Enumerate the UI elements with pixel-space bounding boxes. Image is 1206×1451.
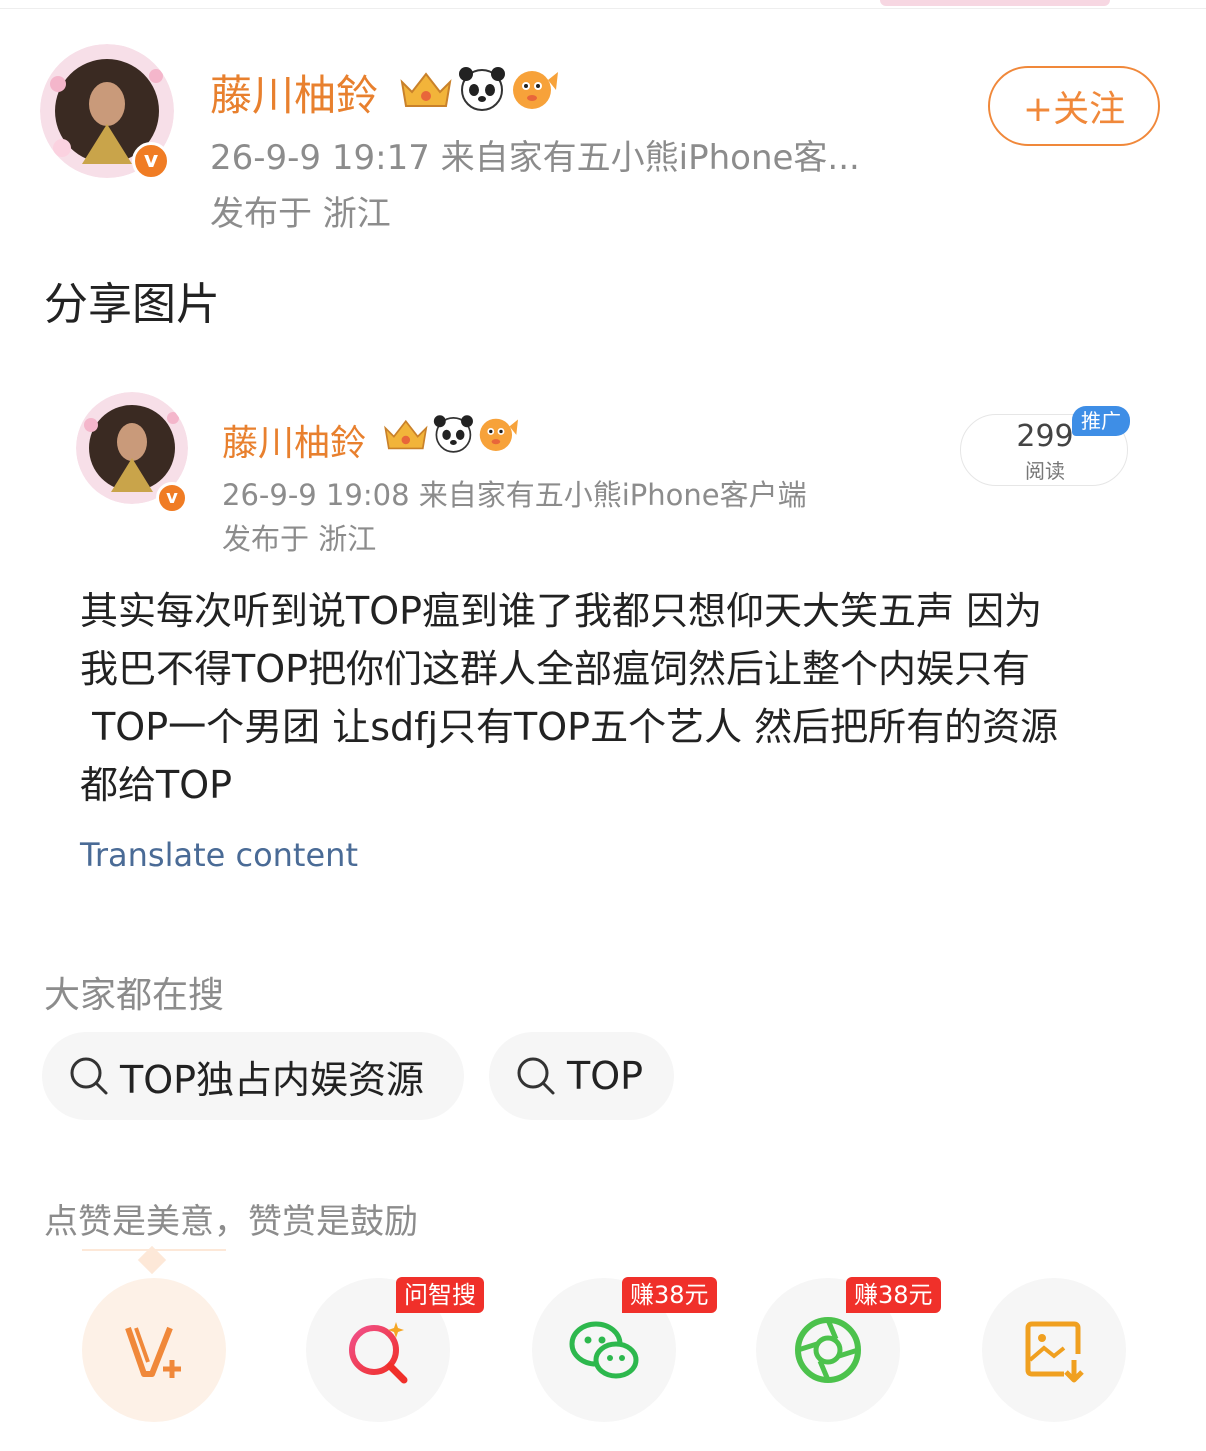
body-line: TOP一个男团 让sdfj只有TOP五个艺人 然后把所有的资源: [80, 705, 1059, 749]
crown-badge-icon: [384, 419, 428, 450]
vip-reward-button[interactable]: [82, 1278, 226, 1422]
fish-badge-icon: [513, 71, 558, 109]
quoted-post-body: 其实每次听到说TOP瘟到谁了我都只想仰天大笑五声 因为 我巴不得TOP把你们这群…: [80, 582, 1140, 814]
translate-link[interactable]: Translate content: [80, 836, 358, 874]
quoted-author-name[interactable]: 藤川柚鈴: [222, 414, 366, 466]
search-pill-label: TOP独占内娱资源: [120, 1057, 425, 1102]
search-icon: [517, 1057, 555, 1095]
user-badges: [398, 66, 558, 116]
body-line: 我巴不得TOP把你们这群人全部瘟饲然后让整个内娱只有: [80, 647, 1031, 691]
save-image-button[interactable]: [982, 1278, 1126, 1422]
quoted-verified-badge: v: [156, 482, 188, 514]
save-image-icon: [1025, 1321, 1084, 1383]
follow-button[interactable]: +关注: [988, 66, 1160, 146]
tip-label: 点赞是美意，赞赏是鼓励: [44, 1202, 418, 1242]
trending-search-pill[interactable]: TOP: [489, 1032, 674, 1120]
ai-search-icon: [349, 1322, 408, 1384]
trending-label: 大家都在搜: [44, 975, 225, 1016]
vip-reward-icon: [125, 1326, 181, 1378]
quoted-time-source: 26-9-9 19:08 来自家有五小熊iPhone客户端: [222, 478, 807, 512]
search-pill-label: TOP: [567, 1054, 644, 1098]
verified-badge: v: [132, 142, 170, 180]
moments-icon: [795, 1317, 861, 1383]
body-line: 其实每次听到说TOP瘟到谁了我都只想仰天大笑五声 因为: [80, 589, 1043, 633]
wechat-tag: 赚38元: [622, 1277, 717, 1313]
author-location: 发布于 浙江: [210, 194, 391, 234]
body-line: 都给TOP: [80, 763, 233, 807]
author-name[interactable]: 藤川柚鈴: [210, 62, 378, 123]
fish-badge-icon: [479, 418, 518, 451]
quoted-user-badges: [382, 414, 518, 458]
search-icon: [70, 1057, 108, 1095]
panda-badge-icon: [459, 67, 505, 111]
panda-badge-icon: [433, 415, 473, 453]
crown-badge-icon: [400, 72, 452, 107]
post-text: 分享图片: [44, 279, 220, 330]
trending-search-pill[interactable]: TOP独占内娱资源: [42, 1032, 464, 1120]
moments-tag: 赚38元: [846, 1277, 941, 1313]
top-decoration: [880, 0, 1110, 6]
wechat-icon: [569, 1321, 639, 1379]
read-label: 阅读: [1025, 459, 1065, 483]
author-time-source: 26-9-9 19:17 来自家有五小熊iPhone客...: [210, 138, 860, 178]
quoted-location: 发布于 浙江: [222, 522, 377, 556]
ai-search-tag: 问智搜: [396, 1277, 484, 1313]
promote-badge[interactable]: 推广: [1072, 406, 1130, 436]
